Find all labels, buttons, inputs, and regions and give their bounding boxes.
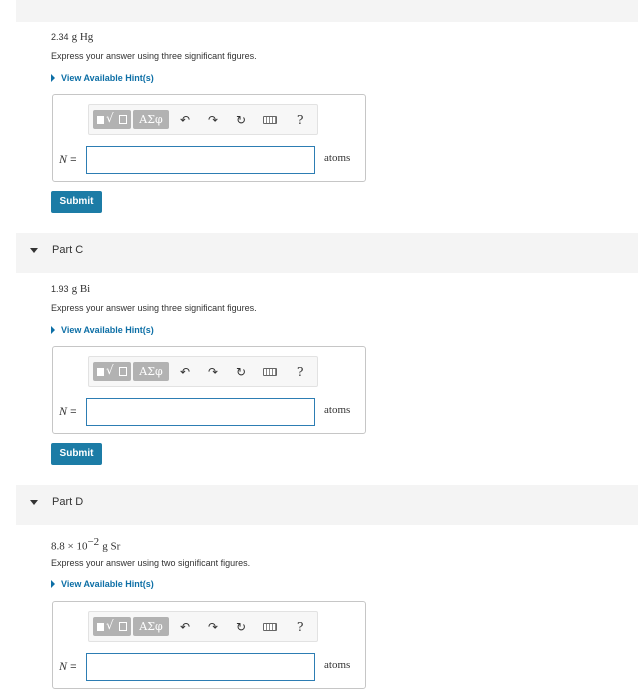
math-toolbar: √ ΑΣφ ↶ ↷ ↻ ? bbox=[88, 104, 318, 135]
instruction-b: Express your answer using three signific… bbox=[51, 51, 257, 61]
reset-icon[interactable]: ↻ bbox=[236, 114, 246, 126]
part-c-header[interactable]: Part C bbox=[16, 233, 638, 273]
part-b-header[interactable] bbox=[16, 0, 638, 22]
help-button[interactable]: ? bbox=[297, 620, 303, 634]
answer-box-c: √ ΑΣφ ↶ ↷ ↻ ? N = atoms bbox=[52, 346, 366, 434]
answer-label: N = bbox=[59, 404, 77, 418]
math-toolbar: √ ΑΣφ ↶ ↷ ↻ ? bbox=[88, 356, 318, 387]
collapse-arrow-icon bbox=[30, 248, 38, 253]
view-hints-link-c[interactable]: View Available Hint(s) bbox=[51, 325, 154, 335]
instruction-c: Express your answer using three signific… bbox=[51, 303, 257, 313]
answer-box-d: √ ΑΣφ ↶ ↷ ↻ ? N = atoms bbox=[52, 601, 366, 689]
radical-icon: √ bbox=[106, 618, 114, 632]
part-d-header[interactable]: Part D bbox=[16, 485, 638, 525]
view-hints-link-d[interactable]: View Available Hint(s) bbox=[51, 579, 154, 589]
reset-icon[interactable]: ↻ bbox=[236, 366, 246, 378]
undo-icon[interactable]: ↶ bbox=[180, 366, 190, 378]
answer-label: N = bbox=[59, 659, 77, 673]
redo-icon[interactable]: ↷ bbox=[208, 114, 218, 126]
answer-input[interactable] bbox=[86, 146, 315, 174]
help-button[interactable]: ? bbox=[297, 365, 303, 379]
undo-icon[interactable]: ↶ bbox=[180, 114, 190, 126]
math-toolbar: √ ΑΣφ ↶ ↷ ↻ ? bbox=[88, 611, 318, 642]
template-square-icon bbox=[97, 368, 104, 376]
problem-statement-b: 2.34 g Hg bbox=[51, 31, 94, 43]
template-box-icon bbox=[119, 622, 127, 631]
expand-arrow-icon bbox=[51, 326, 55, 334]
redo-icon[interactable]: ↷ bbox=[208, 621, 218, 633]
keyboard-icon[interactable] bbox=[263, 116, 277, 124]
templates-button[interactable]: √ bbox=[93, 110, 131, 129]
expand-arrow-icon bbox=[51, 74, 55, 82]
undo-icon[interactable]: ↶ bbox=[180, 621, 190, 633]
greek-symbols-button[interactable]: ΑΣφ bbox=[133, 617, 169, 636]
template-square-icon bbox=[97, 116, 104, 124]
collapse-arrow-icon bbox=[30, 500, 38, 505]
radical-icon: √ bbox=[106, 363, 114, 377]
template-square-icon bbox=[97, 623, 104, 631]
keyboard-icon[interactable] bbox=[263, 623, 277, 631]
answer-box-b: √ ΑΣφ ↶ ↷ ↻ ? N = atoms bbox=[52, 94, 366, 182]
answer-input[interactable] bbox=[86, 398, 315, 426]
answer-unit: atoms bbox=[324, 404, 351, 416]
answer-input[interactable] bbox=[86, 653, 315, 681]
templates-button[interactable]: √ bbox=[93, 617, 131, 636]
help-button[interactable]: ? bbox=[297, 113, 303, 127]
templates-button[interactable]: √ bbox=[93, 362, 131, 381]
problem-statement-c: 1.93 g Bi bbox=[51, 283, 91, 295]
problem-statement-d: 8.8 × 10−2 g Sr bbox=[51, 536, 121, 553]
answer-unit: atoms bbox=[324, 152, 351, 164]
redo-icon[interactable]: ↷ bbox=[208, 366, 218, 378]
radical-icon: √ bbox=[106, 111, 114, 125]
answer-unit: atoms bbox=[324, 659, 351, 671]
submit-button-b[interactable]: Submit bbox=[51, 191, 102, 213]
reset-icon[interactable]: ↻ bbox=[236, 621, 246, 633]
instruction-d: Express your answer using two significan… bbox=[51, 558, 251, 568]
greek-symbols-button[interactable]: ΑΣφ bbox=[133, 362, 169, 381]
view-hints-link-b[interactable]: View Available Hint(s) bbox=[51, 73, 154, 83]
template-box-icon bbox=[119, 367, 127, 376]
expand-arrow-icon bbox=[51, 580, 55, 588]
answer-label: N = bbox=[59, 152, 77, 166]
template-box-icon bbox=[119, 115, 127, 124]
greek-symbols-button[interactable]: ΑΣφ bbox=[133, 110, 169, 129]
submit-button-c[interactable]: Submit bbox=[51, 443, 102, 465]
keyboard-icon[interactable] bbox=[263, 368, 277, 376]
